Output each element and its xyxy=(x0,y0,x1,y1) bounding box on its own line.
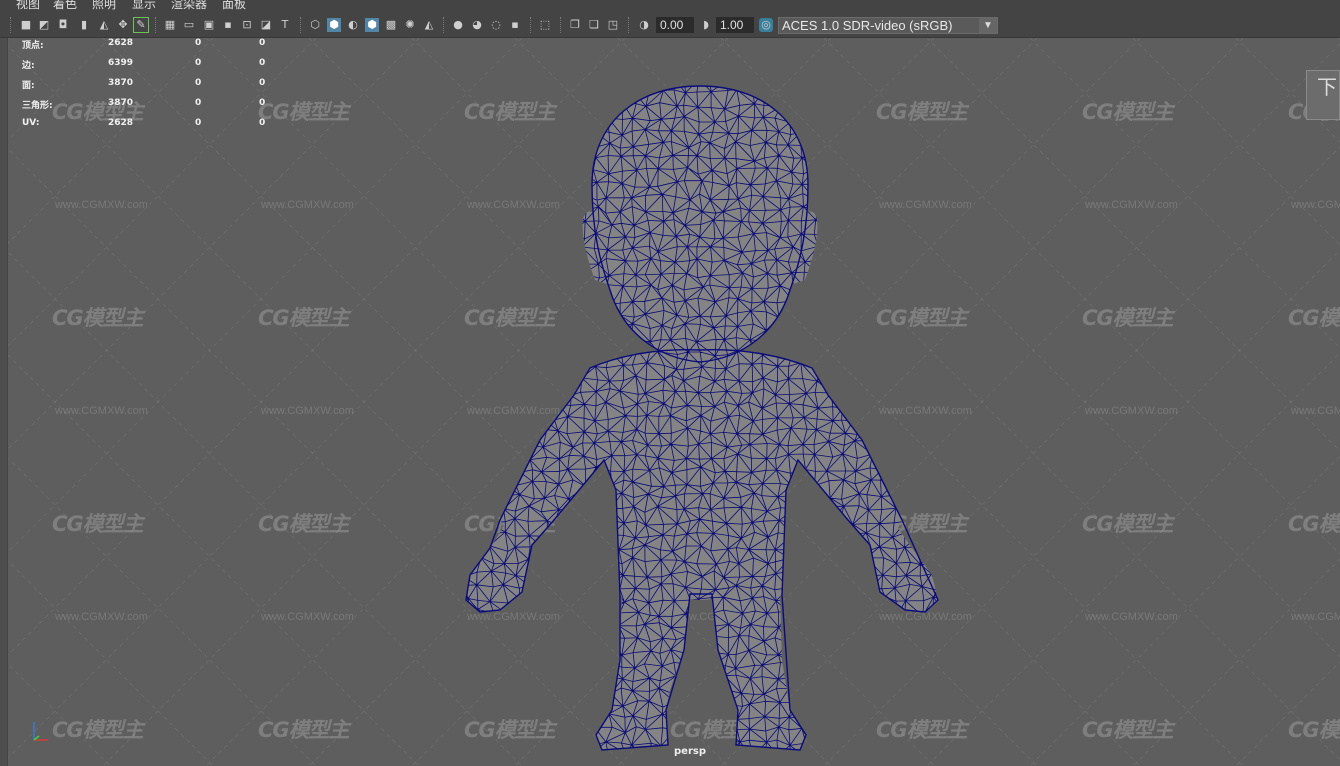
mesh-shading xyxy=(466,86,938,750)
character-mesh[interactable] xyxy=(0,0,1340,766)
camera-name-label: persp xyxy=(674,746,706,757)
hud-row-faces: 面: 3870 0 0 xyxy=(22,78,282,91)
hud-value: 0 xyxy=(195,58,202,68)
hud-label: UV: xyxy=(22,118,40,128)
hud-value: 0 xyxy=(259,38,266,48)
hud-value: 2628 xyxy=(108,118,134,128)
axis-gizmo xyxy=(33,722,48,741)
hud-value: 2628 xyxy=(108,38,134,48)
hud-value: 3870 xyxy=(108,98,134,108)
view-cube-label: 下 xyxy=(1317,75,1337,99)
hud-value: 0 xyxy=(259,58,266,68)
hud-row-vertices: 顶点: 2628 0 0 xyxy=(22,38,282,51)
hud-value: 0 xyxy=(195,98,202,108)
hud-row-uvs: UV: 2628 0 0 xyxy=(22,118,282,130)
hud-value: 3870 xyxy=(108,78,134,88)
hud-label: 顶点: xyxy=(22,41,44,51)
hud-value: 0 xyxy=(259,98,266,108)
hud-label: 面: xyxy=(22,81,35,91)
hud-value: 0 xyxy=(259,78,266,88)
hud-label: 三角形: xyxy=(22,101,53,111)
hud-row-triangles: 三角形: 3870 0 0 xyxy=(22,98,282,111)
hud-label: 边: xyxy=(22,61,35,71)
hud-row-edges: 边: 6399 0 0 xyxy=(22,58,282,71)
hud-value: 0 xyxy=(195,118,202,128)
hud-value: 6399 xyxy=(108,58,134,68)
hud-value: 0 xyxy=(259,118,266,128)
hud-value: 0 xyxy=(195,78,202,88)
view-cube[interactable]: 下 xyxy=(1306,70,1340,120)
hud-value: 0 xyxy=(195,38,202,48)
